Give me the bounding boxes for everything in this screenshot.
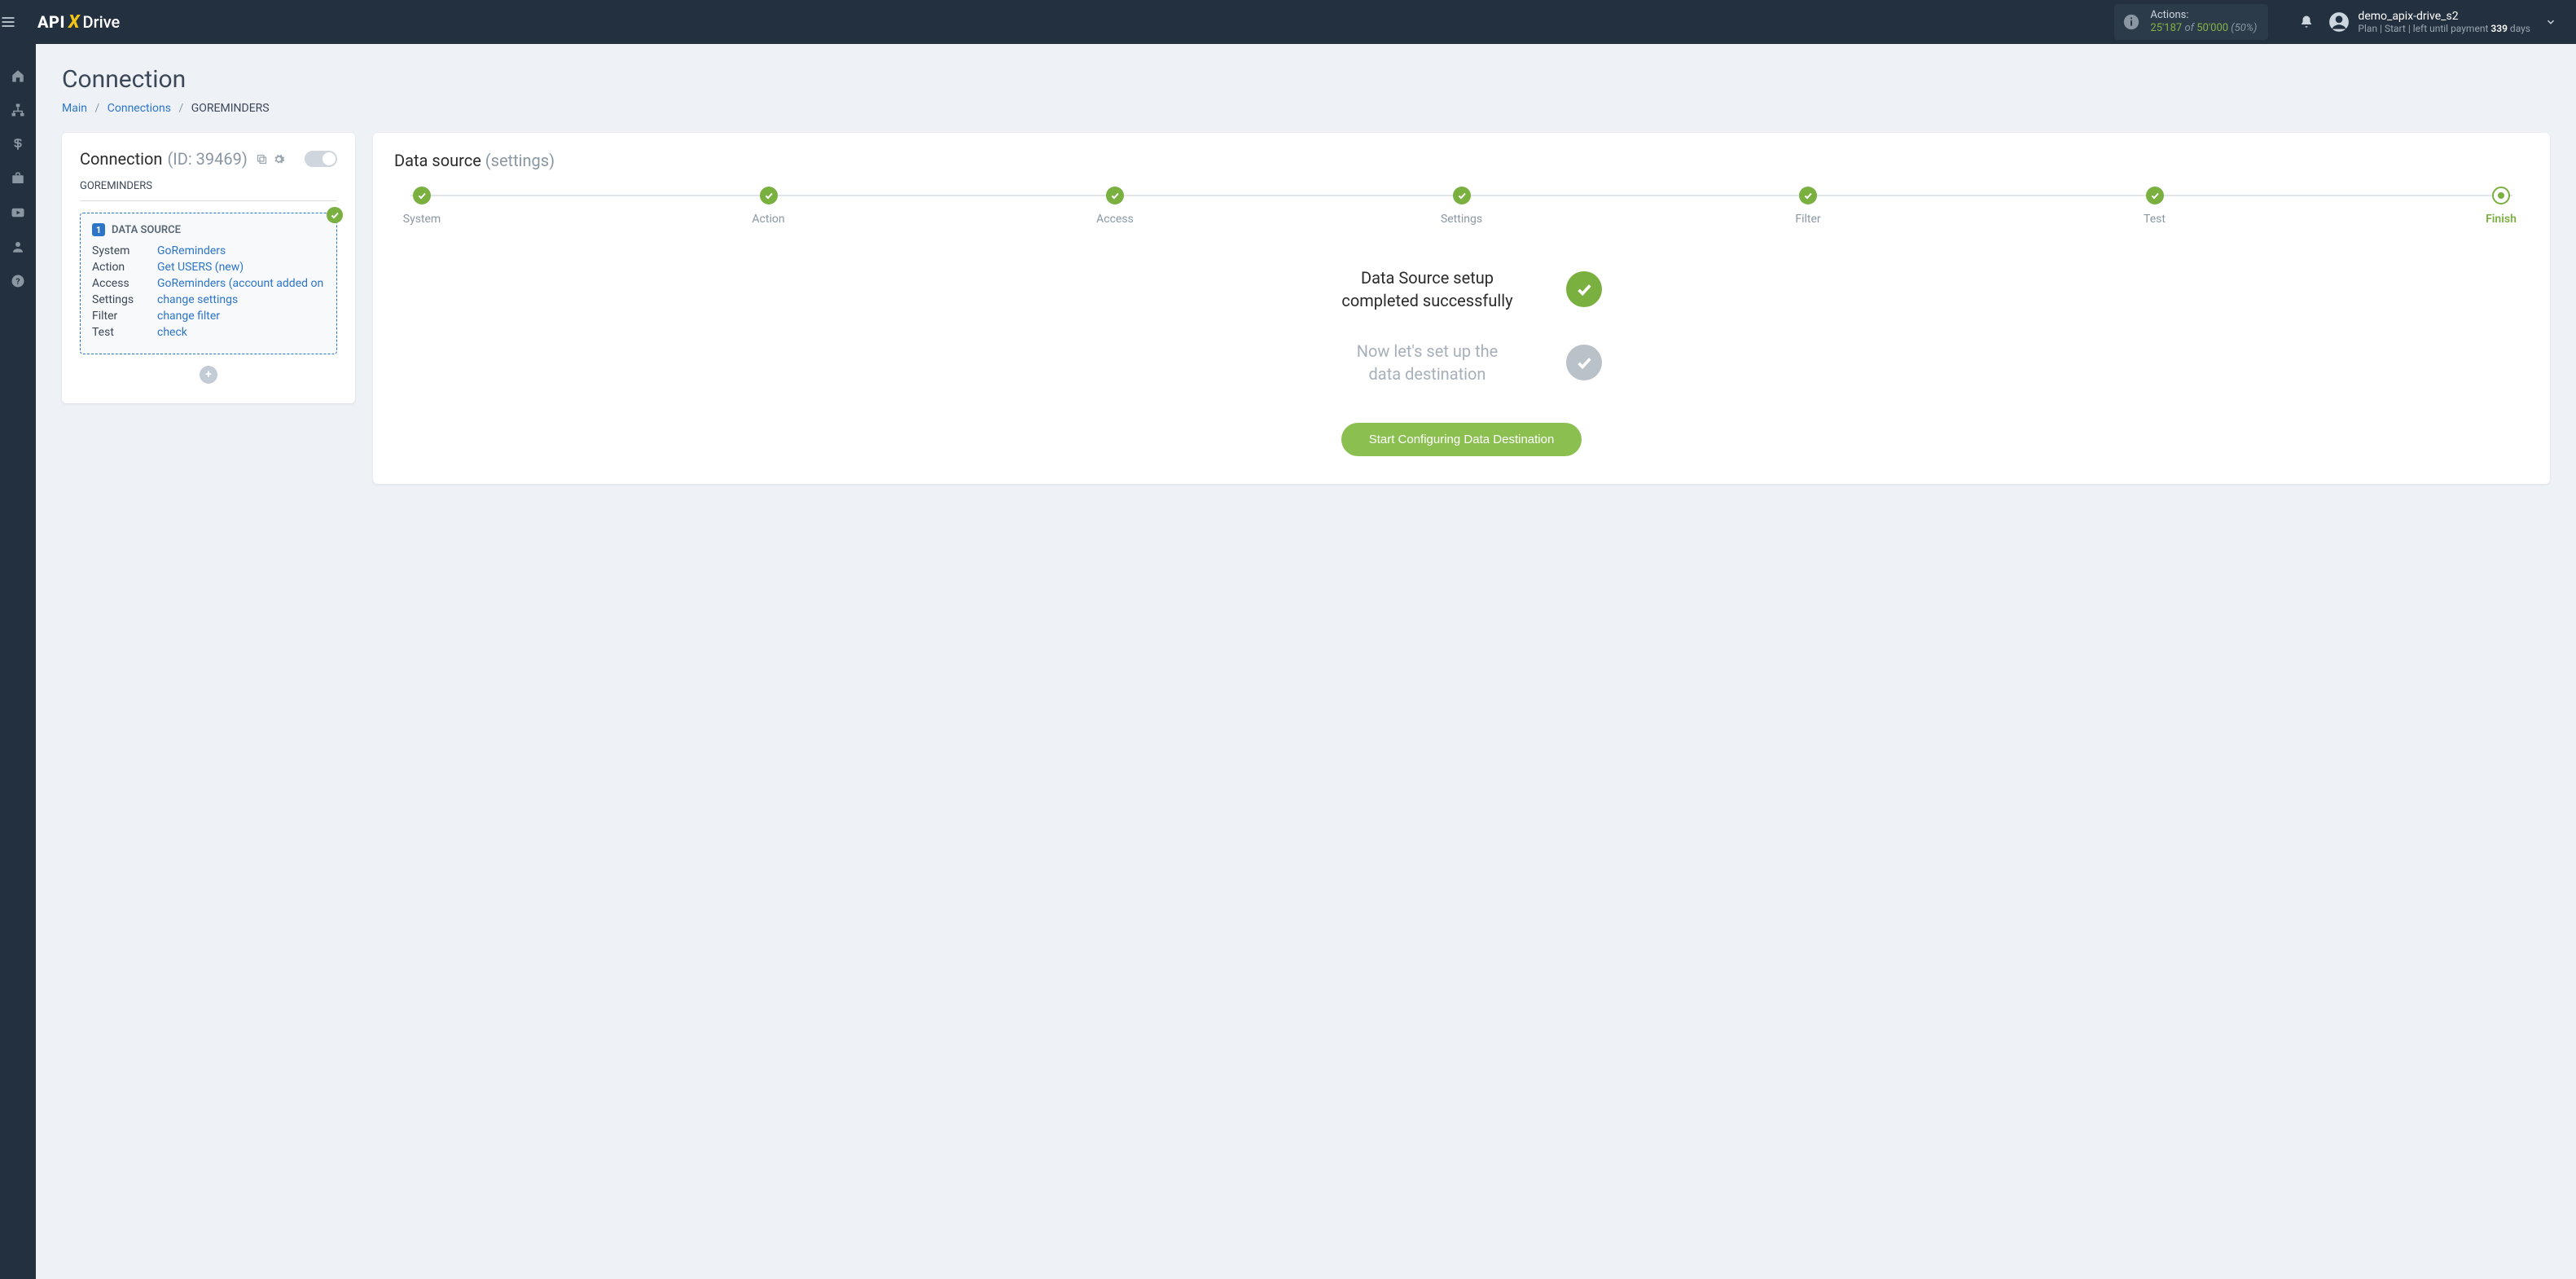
notifications-icon[interactable] <box>2299 15 2314 29</box>
brand-logo[interactable]: API X Drive <box>37 12 120 33</box>
kv-action-k: Action <box>92 261 143 274</box>
link-test[interactable]: check <box>157 326 187 339</box>
user-icon[interactable] <box>11 240 25 254</box>
stepper: System Action Access Settings Filter Tes… <box>394 187 2529 226</box>
connection-name: GOREMINDERS <box>80 180 337 201</box>
finish-area: Data Source setup completed successfully… <box>394 266 2529 456</box>
breadcrumb-current: GOREMINDERS <box>191 102 270 115</box>
step-settings[interactable]: Settings <box>1437 187 1486 226</box>
gear-icon[interactable] <box>273 153 285 165</box>
chevron-down-icon[interactable] <box>2530 16 2568 28</box>
sidebar: ? <box>0 44 36 1279</box>
done-line1: Data Source setup <box>1322 266 1534 289</box>
actions-used: 25'187 <box>2150 22 2182 34</box>
sitemap-icon[interactable] <box>11 103 25 117</box>
step-finish[interactable]: Finish <box>2477 187 2526 226</box>
connection-label: Connection <box>80 149 162 169</box>
next-line2: data destination <box>1322 363 1534 385</box>
username: demo_apix-drive_s2 <box>2358 10 2530 23</box>
topbar: API X Drive Actions: 25'187 of 50'000 (5… <box>0 0 2576 44</box>
check-circle-icon <box>1566 271 1602 307</box>
connection-id: (ID: 39469) <box>167 149 247 169</box>
link-system[interactable]: GoReminders <box>157 244 226 257</box>
data-source-box[interactable]: 1 DATA SOURCE System GoReminders Action Ge… <box>80 213 337 354</box>
copy-icon[interactable] <box>256 153 268 165</box>
wizard-card: Data source (settings) System Action Acc… <box>373 133 2550 484</box>
actions-total: 50'000 <box>2196 22 2228 34</box>
main-content: Connection Main / Connections / GOREMIND… <box>36 44 2576 1279</box>
kv-settings-k: Settings <box>92 293 143 306</box>
dollar-icon[interactable] <box>11 137 25 152</box>
kv-system-k: System <box>92 244 143 257</box>
start-destination-button[interactable]: Start Configuring Data Destination <box>1341 423 1582 456</box>
next-row: Now let's set up the data destination <box>1322 340 1602 385</box>
data-source-title: DATA SOURCE <box>112 224 181 236</box>
youtube-icon[interactable] <box>11 205 25 220</box>
done-line2: completed successfully <box>1322 289 1534 312</box>
actions-of: of <box>2184 22 2194 34</box>
brand-part3: Drive <box>83 12 121 32</box>
kv-filter-k: Filter <box>92 310 143 323</box>
step-filter[interactable]: Filter <box>1784 187 1832 226</box>
user-menu[interactable]: demo_apix-drive_s2 Plan | Start | left u… <box>2328 10 2530 34</box>
actions-counter[interactable]: Actions: 25'187 of 50'000 (50%) <box>2114 4 2268 39</box>
home-icon[interactable] <box>11 68 25 83</box>
wizard-title: Data source (settings) <box>394 151 2529 170</box>
pending-circle-icon <box>1566 345 1602 380</box>
menu-toggle[interactable] <box>0 14 36 30</box>
help-icon[interactable]: ? <box>11 274 25 288</box>
link-access[interactable]: GoReminders (account added on 2020-... <box>157 277 325 290</box>
next-line1: Now let's set up the <box>1322 340 1534 363</box>
actions-label: Actions: <box>2150 9 2257 22</box>
kv-test-k: Test <box>92 326 143 339</box>
step-action[interactable]: Action <box>744 187 793 226</box>
step-access[interactable]: Access <box>1091 187 1139 226</box>
step-badge-1: 1 <box>92 223 105 236</box>
add-step-button[interactable]: + <box>200 366 217 384</box>
briefcase-icon[interactable] <box>11 171 25 186</box>
step-system[interactable]: System <box>397 187 446 226</box>
done-row: Data Source setup completed successfully <box>1322 266 1602 312</box>
link-settings[interactable]: change settings <box>157 293 238 306</box>
breadcrumb-main[interactable]: Main <box>62 102 87 115</box>
brand-part1: API <box>37 12 65 32</box>
info-icon <box>2122 13 2140 31</box>
user-plan: Plan | Start | left until payment 339 da… <box>2358 23 2530 34</box>
step-test[interactable]: Test <box>2131 187 2179 226</box>
kv-access-k: Access <box>92 277 143 290</box>
link-action[interactable]: Get USERS (new) <box>157 261 244 274</box>
check-icon <box>327 207 343 223</box>
enable-toggle[interactable] <box>305 151 337 167</box>
avatar-icon <box>2328 11 2350 33</box>
breadcrumb: Main / Connections / GOREMINDERS <box>62 102 2550 115</box>
connection-card: Connection (ID: 39469) GOREMINDERS <box>62 133 355 403</box>
breadcrumb-connections[interactable]: Connections <box>108 102 171 115</box>
link-filter[interactable]: change filter <box>157 310 220 323</box>
actions-pct: (50%) <box>2231 22 2257 34</box>
page-title: Connection <box>62 65 2550 94</box>
brand-x: X <box>68 12 80 33</box>
svg-text:?: ? <box>15 276 20 287</box>
